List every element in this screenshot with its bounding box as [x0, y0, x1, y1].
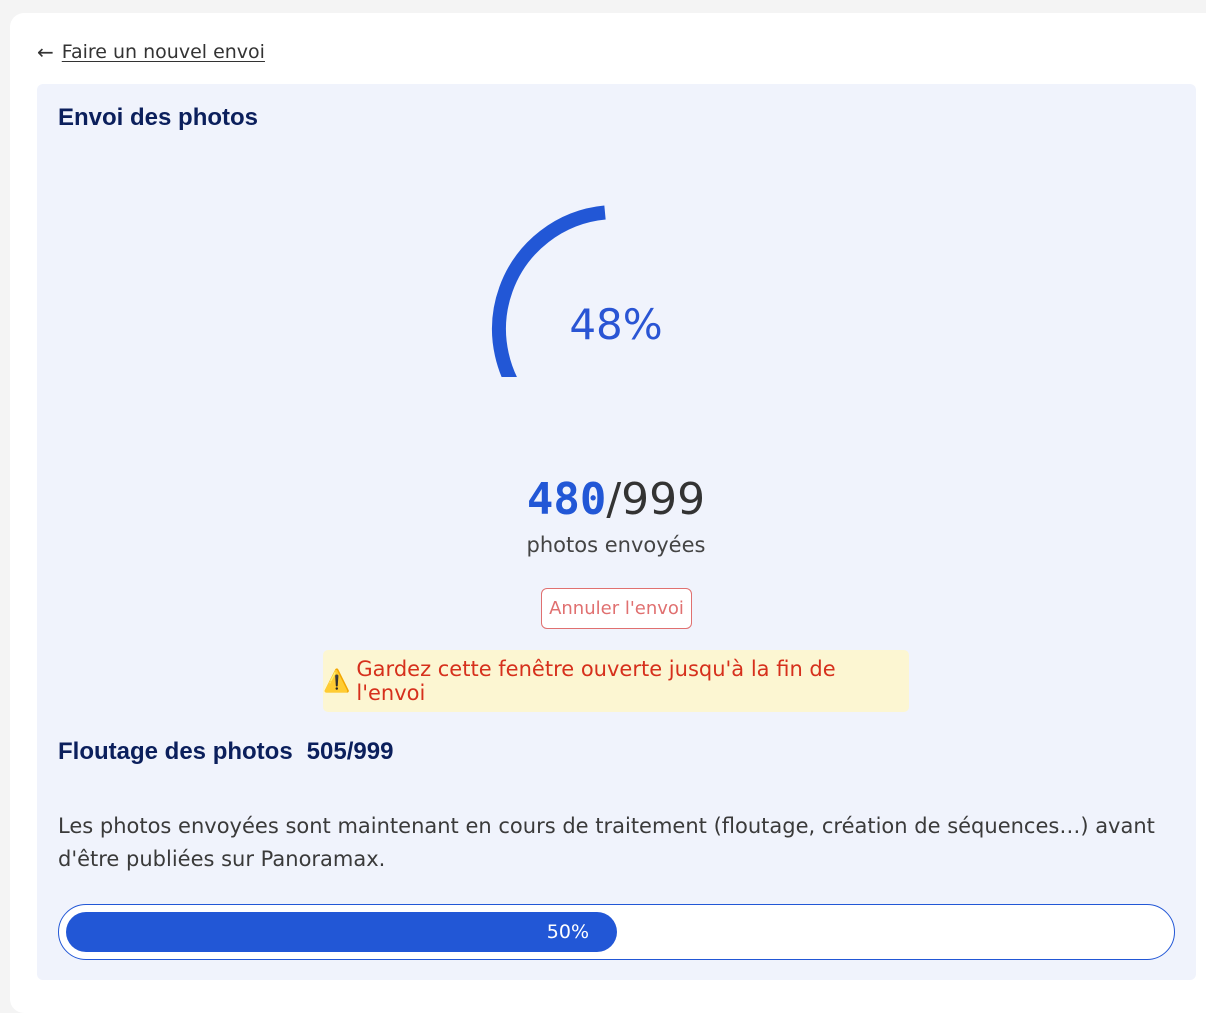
upload-gauge-arc	[492, 205, 606, 417]
upload-title: Envoi des photos	[58, 104, 259, 131]
blurring-title-row: Floutage des photos 505/999	[58, 738, 393, 766]
blurring-progress-fill: 50%	[66, 912, 617, 952]
upload-percent: 48%	[569, 300, 663, 349]
total-count: 999	[621, 474, 706, 525]
blurring-progress-bar: 50%	[58, 904, 1175, 960]
warning-text: Gardez cette fenêtre ouverte jusqu'à la …	[356, 657, 836, 705]
blurring-progress-label: 50%	[546, 921, 589, 943]
blurring-count: 505/999	[306, 738, 394, 765]
blurring-description: Les photos envoyées sont maintenant en c…	[58, 814, 1155, 871]
back-link-label[interactable]: Faire un nouvel envoi	[62, 41, 265, 63]
upload-caption: photos envoyées	[526, 533, 706, 557]
upload-gauge	[486, 197, 746, 417]
uploaded-count: 480	[526, 474, 607, 525]
arrow-left-icon: ←	[37, 40, 54, 64]
keep-window-open-warning: ⚠️ Gardez cette fenêtre ouverte jusqu'à …	[323, 650, 909, 712]
warning-icon: ⚠️	[323, 668, 351, 694]
count-separator: /	[606, 474, 622, 525]
back-link[interactable]: ← Faire un nouvel envoi	[37, 41, 265, 63]
blurring-title: Floutage des photos	[58, 738, 293, 765]
upload-count: 480/999	[360, 474, 872, 525]
cancel-upload-button[interactable]: Annuler l'envoi	[541, 588, 692, 629]
